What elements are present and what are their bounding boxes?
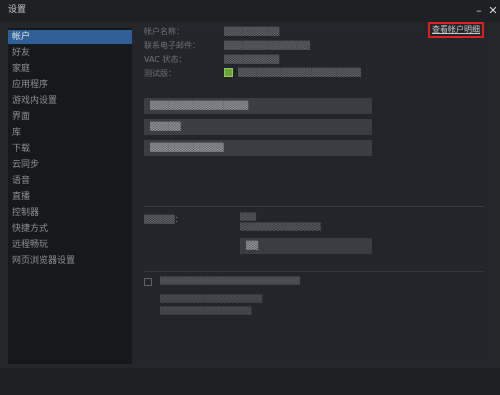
sidebar-item-shortcuts[interactable]: 快捷方式 xyxy=(8,222,132,236)
option-description-1: ▒▒▒▒▒▒▒▒▒▒▒▒▒▒▒▒▒▒▒ xyxy=(160,295,263,303)
section-divider xyxy=(144,206,484,207)
sidebar-item-remote-play[interactable]: 远程畅玩 xyxy=(8,238,132,252)
sidebar-item-controller[interactable]: 控制器 xyxy=(8,206,132,220)
security-status-text: ▒▒▒ xyxy=(240,213,257,221)
account-name-label: 帐户名称： xyxy=(144,27,184,36)
sidebar-item-downloads[interactable]: 下载 xyxy=(8,142,132,156)
sidebar-item-cloud[interactable]: 云同步 xyxy=(8,158,132,172)
sidebar-item-interface[interactable]: 界面 xyxy=(8,110,132,124)
window-footer xyxy=(0,368,500,395)
option-description-2: ▒▒▒▒▒▒▒▒▒▒▒▒▒▒▒▒▒ xyxy=(160,307,252,315)
option-label: ▒▒▒▒▒▒▒▒▒▒▒▒▒▒▒▒▒▒▒▒▒▒▒▒▒▒ xyxy=(160,277,300,285)
contact-email-value: ▒▒▒▒▒▒▒▒▒▒▒▒▒▒ xyxy=(224,41,311,50)
close-icon[interactable]: ✕ xyxy=(486,2,500,18)
sidebar-item-account[interactable]: 帐户 xyxy=(8,30,132,44)
option-checkbox[interactable] xyxy=(144,278,152,286)
beta-checkbox-label: ▒▒▒▒▒▒▒▒▒▒▒▒▒▒▒▒▒▒▒▒ xyxy=(238,68,362,77)
beta-checkbox[interactable] xyxy=(224,68,233,77)
sidebar-item-friends[interactable]: 好友 xyxy=(8,46,132,60)
vac-status-label: VAC 状态： xyxy=(144,55,187,64)
sidebar-item-library[interactable]: 库 xyxy=(8,126,132,140)
sidebar-item-family[interactable]: 家庭 xyxy=(8,62,132,76)
title-bar: 设置 – ✕ xyxy=(0,0,500,22)
security-manage-button[interactable]: ▒▒ xyxy=(240,238,372,254)
sidebar-item-application[interactable]: 应用程序 xyxy=(8,78,132,92)
sidebar-item-broadcast[interactable]: 直播 xyxy=(8,190,132,204)
sidebar-item-web-browser[interactable]: 网页浏览器设置 xyxy=(8,254,132,268)
window-title: 设置 xyxy=(8,5,27,15)
security-label: ▒▒▒▒▒： xyxy=(144,215,183,224)
sidebar-item-voice[interactable]: 语音 xyxy=(8,174,132,188)
vac-status-value: ▒▒▒▒▒▒▒▒▒ xyxy=(224,55,280,64)
action-button-1[interactable]: ▒▒▒▒▒▒▒▒▒▒▒▒▒▒▒▒ xyxy=(144,98,372,114)
settings-window: 设置 – ✕ 帐户 好友 家庭 应用程序 游戏内设置 界面 库 下载 云同步 语… xyxy=(0,0,500,395)
account-panel: 查看帐户明细 帐户名称： ▒▒▒▒▒▒▒▒▒ 联系电子邮件： ▒▒▒▒▒▒▒▒▒… xyxy=(132,22,490,364)
beta-label: 测试版： xyxy=(144,69,176,78)
view-account-details-link[interactable]: 查看帐户明细 xyxy=(428,22,484,38)
action-button-3[interactable]: ▒▒▒▒▒▒▒▒▒▒▒▒ xyxy=(144,140,372,156)
settings-sidebar: 帐户 好友 家庭 应用程序 游戏内设置 界面 库 下载 云同步 语音 直播 控制… xyxy=(8,28,132,364)
account-name-value: ▒▒▒▒▒▒▒▒▒ xyxy=(224,27,280,36)
minimize-icon[interactable]: – xyxy=(472,2,486,18)
section-divider-2 xyxy=(144,271,484,272)
sidebar-item-in-game[interactable]: 游戏内设置 xyxy=(8,94,132,108)
contact-email-label: 联系电子邮件： xyxy=(144,41,200,50)
action-button-2[interactable]: ▒▒▒▒▒ xyxy=(144,119,372,135)
security-detail-text: ▒▒▒▒▒▒▒▒▒▒▒▒▒▒▒ xyxy=(240,223,321,231)
